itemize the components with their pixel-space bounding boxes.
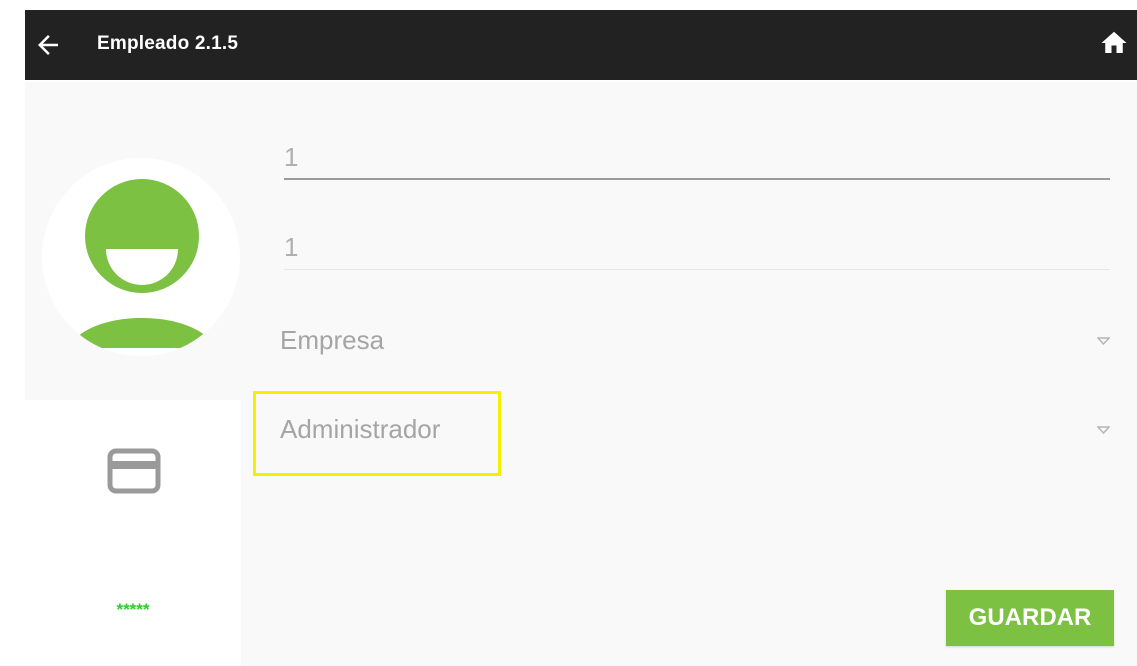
arrow-left-icon [38,35,58,55]
page-title: Empleado 2.1.5 [97,33,239,54]
app-bar: Empleado 2.1.5 [0,0,1137,82]
dropdown-arrow-icon [1097,337,1110,346]
user-avatar-icon [69,179,215,348]
toolbar: Empleado 2.1.5 [25,10,1137,80]
field-2-value: 1 [284,232,299,262]
home-button[interactable] [1099,28,1129,58]
back-button[interactable] [33,30,63,60]
employee-form: 1 1 Empresa Administrador ***** GUARDAR [25,82,1137,666]
dropdown-arrow-icon [1097,426,1110,435]
field-1-input[interactable]: 1 [284,142,1110,176]
password-mask[interactable]: ***** [25,600,241,620]
home-icon [1101,31,1127,53]
credentials-panel: ***** [25,400,241,666]
save-button[interactable]: GUARDAR [946,590,1114,646]
card-button[interactable] [107,448,161,494]
company-spinner[interactable]: Empresa [280,325,1110,375]
field-2-input[interactable]: 1 [284,232,1110,266]
company-spinner-label: Empresa [280,325,385,355]
highlight-box [253,391,501,476]
field-2-underline [284,269,1110,270]
field-1-underline [284,178,1110,180]
field-1-value: 1 [284,142,299,172]
credit-card-icon [107,448,161,494]
avatar[interactable] [42,158,240,356]
